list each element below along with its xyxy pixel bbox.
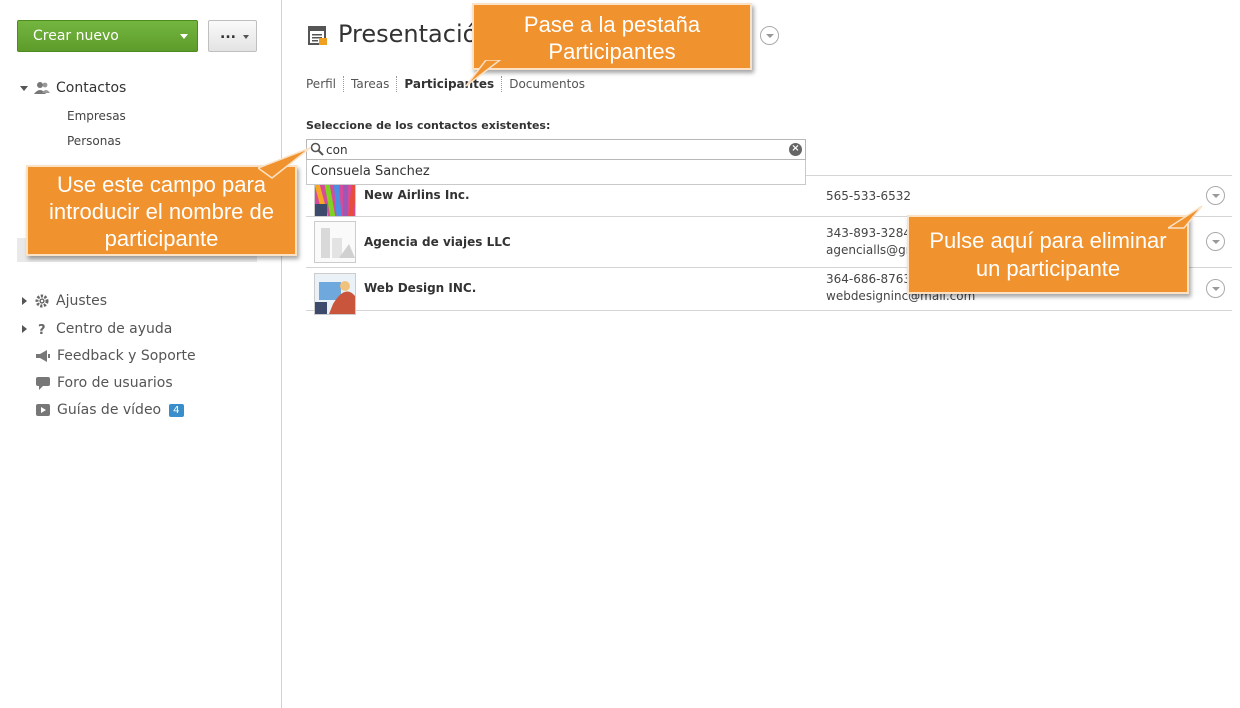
video-count-badge: 4 xyxy=(169,403,184,417)
participant-name[interactable]: Web Design INC. xyxy=(364,281,476,295)
participant-menu-button[interactable] xyxy=(1206,186,1225,205)
callout-tabs: Pase a la pestaña Participantes xyxy=(472,3,752,70)
chevron-down-icon xyxy=(243,35,249,39)
tab-bar: Perfil Tareas Participantes Documentos xyxy=(306,76,592,92)
callout-line: un participante xyxy=(975,256,1121,281)
sidebar-item-contacts[interactable]: Contactos xyxy=(20,80,126,96)
sidebar-item-empresas[interactable]: Empresas xyxy=(67,109,126,123)
page-title: Presentación xyxy=(338,20,493,48)
callout-line: introducir el nombre de xyxy=(48,199,274,224)
video-icon xyxy=(36,404,50,416)
callout-line: participante xyxy=(104,226,219,251)
callout-line: Pase a la pestaña xyxy=(523,12,701,37)
participant-name[interactable]: New Airlins Inc. xyxy=(364,188,470,202)
participant-avatar xyxy=(314,273,356,315)
question-icon: ? xyxy=(38,323,46,336)
expand-arrow-icon[interactable] xyxy=(22,325,27,333)
clear-search-icon[interactable]: × xyxy=(789,143,802,156)
more-options-button[interactable]: ... xyxy=(208,20,257,52)
sidebar-item-help[interactable]: ? Centro de ayuda xyxy=(22,321,172,337)
sidebar-item-label: Ajustes xyxy=(56,293,108,309)
gear-icon xyxy=(35,294,49,308)
tab-tareas[interactable]: Tareas xyxy=(343,76,396,92)
sidebar-item-forum[interactable]: Foro de usuarios xyxy=(22,375,173,391)
participant-menu-button[interactable] xyxy=(1206,232,1225,251)
sidebar: Crear nuevo ... Contactos Empresas Perso… xyxy=(0,0,282,708)
sidebar-item-feedback[interactable]: Feedback y Soporte xyxy=(22,348,196,364)
sidebar-item-label: Centro de ayuda xyxy=(56,321,173,337)
callout-line: Use este campo para xyxy=(56,172,267,197)
event-calendar-icon xyxy=(308,26,327,45)
sidebar-item-ajustes[interactable]: Ajustes xyxy=(22,293,107,309)
expand-arrow-icon[interactable] xyxy=(22,297,27,305)
callout-line: Participantes xyxy=(548,39,676,64)
participant-phone: 364-686-8763 xyxy=(826,272,912,286)
title-menu-button[interactable] xyxy=(760,26,779,45)
callout-pointer xyxy=(258,147,311,179)
sidebar-item-personas[interactable]: Personas xyxy=(67,134,121,148)
sidebar-item-label: Contactos xyxy=(56,80,127,96)
participant-search-field[interactable]: × xyxy=(306,139,806,160)
tab-perfil[interactable]: Perfil xyxy=(306,76,343,92)
sidebar-item-videos[interactable]: Guías de vídeo 4 xyxy=(22,402,184,418)
participant-menu-button[interactable] xyxy=(1206,279,1225,298)
speech-bubble-icon xyxy=(36,377,50,390)
sidebar-item-label: Guías de vídeo xyxy=(57,402,162,418)
participant-phone: 565-533-6532 xyxy=(826,189,912,203)
expand-arrow-icon[interactable] xyxy=(20,85,28,91)
tab-documentos[interactable]: Documentos xyxy=(501,76,592,92)
contacts-icon xyxy=(34,82,50,94)
create-new-button[interactable]: Crear nuevo xyxy=(17,20,198,52)
callout-pointer xyxy=(1168,205,1203,229)
participant-name[interactable]: Agencia de viajes LLC xyxy=(364,235,511,249)
select-contacts-label: Seleccione de los contactos existentes: xyxy=(306,119,551,132)
building-placeholder-icon xyxy=(321,228,355,258)
callout-search-field: Use este campo para introducir el nombre… xyxy=(26,165,297,256)
callout-remove-participant: Pulse aquí para eliminar un participante xyxy=(907,215,1189,294)
search-icon xyxy=(310,142,324,156)
participant-avatar xyxy=(314,221,356,263)
sidebar-item-label: Foro de usuarios xyxy=(57,375,173,391)
more-options-label: ... xyxy=(220,26,236,42)
autocomplete-suggestion[interactable]: Consuela Sanchez xyxy=(306,160,806,185)
megaphone-icon xyxy=(36,350,50,362)
app-page: Crear nuevo ... Contactos Empresas Perso… xyxy=(0,0,1240,708)
callout-pointer xyxy=(465,60,502,87)
participant-email[interactable]: agencialls@gm xyxy=(826,243,917,257)
participant-phone: 343-893-3284 xyxy=(826,226,912,240)
create-new-label: Crear nuevo xyxy=(33,28,119,44)
callout-line: Pulse aquí para eliminar xyxy=(929,228,1167,253)
svg-text:?: ? xyxy=(38,323,46,336)
chevron-down-icon xyxy=(180,34,188,39)
participant-search-input[interactable] xyxy=(326,141,786,158)
sidebar-item-label: Feedback y Soporte xyxy=(57,348,196,364)
